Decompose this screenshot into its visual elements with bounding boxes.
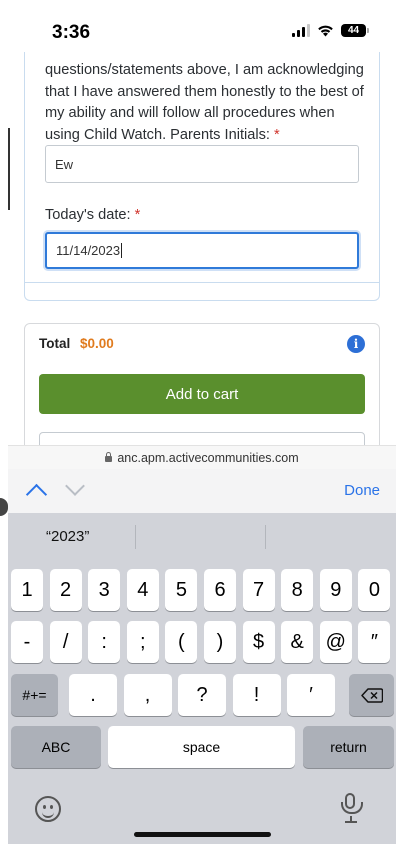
battery-icon: 44 — [341, 24, 369, 37]
key[interactable]: ? — [178, 674, 226, 716]
initials-value: Ew — [55, 156, 74, 172]
keyboard: “2023” 1234567890 - /:;() $ & @ ″ #+= .,?! ′ A… — [8, 513, 396, 844]
initials-input[interactable]: Ew — [45, 145, 359, 183]
space-key[interactable]: space — [108, 726, 295, 768]
total-label: Total — [39, 336, 71, 351]
key[interactable]: $ — [242, 621, 275, 663]
emoji-icon[interactable] — [35, 796, 61, 822]
date-label-text: Today's date: — [45, 207, 131, 223]
more-symbols-key[interactable]: #+= — [11, 674, 58, 716]
done-button[interactable]: Done — [344, 482, 380, 499]
required-mark: * — [134, 207, 141, 223]
consent-statement: questions/statements above, I am acknowl… — [45, 62, 364, 143]
text-caret — [121, 243, 123, 258]
key[interactable]: , — [123, 674, 172, 716]
key[interactable]: 7 — [242, 569, 275, 611]
backspace-key[interactable] — [349, 674, 394, 716]
key[interactable]: & — [281, 621, 314, 663]
scroll-indicator — [8, 128, 10, 210]
key[interactable]: - — [11, 621, 43, 663]
key[interactable]: ; — [126, 621, 159, 663]
key[interactable]: ) — [204, 621, 236, 663]
suggestion-1[interactable]: “2023” — [46, 528, 89, 545]
signal-icon — [292, 24, 310, 37]
info-icon[interactable]: i — [347, 335, 365, 353]
lock-icon — [105, 452, 113, 462]
date-input[interactable]: 11/14/2023 — [45, 232, 359, 269]
suggestion-divider — [265, 525, 266, 549]
wifi-icon — [318, 25, 333, 37]
key[interactable]: ″ — [358, 621, 391, 663]
key[interactable]: 6 — [204, 569, 236, 611]
order-total-card: Total $0.00 i Add to cart — [24, 323, 380, 465]
suggestion-divider — [135, 525, 136, 549]
abc-key[interactable]: ABC — [11, 726, 101, 768]
key[interactable]: 5 — [165, 569, 198, 611]
backspace-icon — [360, 687, 383, 703]
status-time: 3:36 — [52, 22, 91, 43]
key[interactable]: 3 — [88, 569, 121, 611]
suggestion-bar: “2023” — [8, 513, 396, 559]
key[interactable]: 1 — [11, 569, 43, 611]
key[interactable]: 0 — [358, 569, 391, 611]
return-key[interactable]: return — [303, 726, 394, 768]
key[interactable]: ! — [232, 674, 281, 716]
status-icons: 44 — [292, 24, 369, 37]
home-indicator — [134, 832, 271, 837]
key[interactable]: 8 — [281, 569, 314, 611]
chevron-up-icon[interactable] — [25, 483, 48, 506]
key[interactable]: . — [69, 674, 117, 716]
microphone-icon[interactable] — [341, 793, 363, 814]
key[interactable]: @ — [319, 621, 352, 663]
consent-text: questions/statements above, I am acknowl… — [45, 60, 365, 146]
microphone-icon-base — [345, 821, 357, 823]
key[interactable]: 4 — [126, 569, 159, 611]
edge-handle — [0, 498, 8, 516]
consent-form-card: questions/statements above, I am acknowl… — [24, 52, 380, 301]
total-amount: $0.00 — [80, 336, 114, 351]
add-to-cart-button[interactable]: Add to cart — [39, 374, 365, 414]
address-bar[interactable]: anc.apm.activecommunities.com — [8, 445, 396, 470]
form-accessory-bar: Done — [8, 469, 396, 514]
key[interactable]: / — [49, 621, 82, 663]
date-value: 11/14/2023 — [56, 243, 121, 258]
key[interactable]: ( — [165, 621, 198, 663]
key[interactable]: : — [88, 621, 121, 663]
key[interactable]: 2 — [49, 569, 82, 611]
key[interactable]: 9 — [319, 569, 352, 611]
chevron-down-icon[interactable] — [65, 476, 85, 496]
required-mark: * — [274, 126, 280, 143]
consent-section: questions/statements above, I am acknowl… — [25, 52, 379, 283]
key[interactable]: ′ — [287, 674, 335, 716]
url-text: anc.apm.activecommunities.com — [117, 451, 299, 465]
date-label: Today's date: * — [45, 207, 140, 223]
status-bar: 3:36 44 — [0, 0, 396, 52]
